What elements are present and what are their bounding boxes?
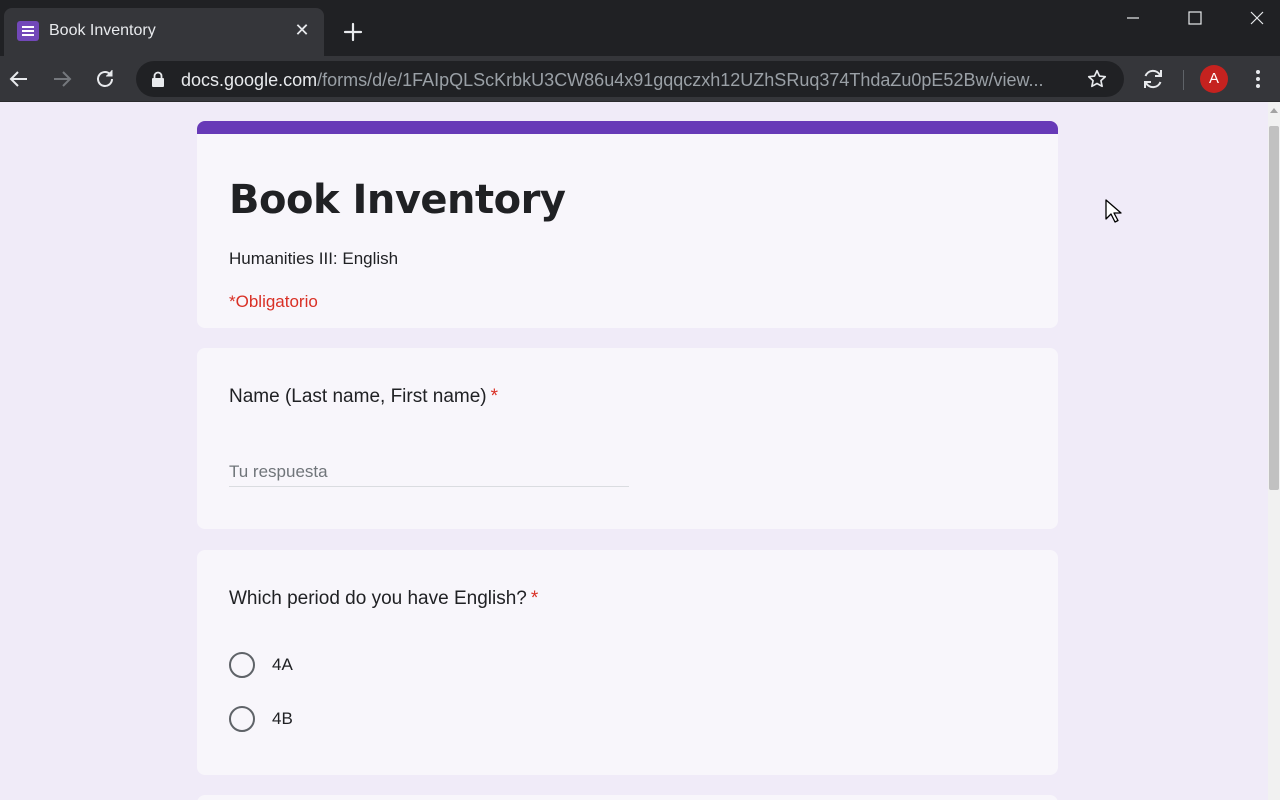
question-title: Name (Last name, First name)* bbox=[229, 386, 498, 408]
tab-title: Book Inventory bbox=[49, 22, 156, 40]
browser-tab[interactable]: Book Inventory ✕ bbox=[4, 8, 324, 56]
maximize-icon[interactable] bbox=[1178, 6, 1212, 30]
new-tab-icon[interactable] bbox=[340, 19, 366, 45]
address-bar[interactable]: docs.google.com/forms/d/e/1FAIpQLScKrbkU… bbox=[136, 61, 1124, 97]
required-star: * bbox=[491, 386, 498, 407]
required-note: *Obligatorio bbox=[229, 292, 318, 312]
sync-icon[interactable] bbox=[1140, 66, 1166, 92]
form-page: Book Inventory Humanities III: English *… bbox=[0, 102, 1268, 800]
mouse-cursor-icon bbox=[1104, 198, 1124, 224]
tab-strip: Book Inventory ✕ bbox=[0, 0, 1280, 56]
more-menu-icon[interactable] bbox=[1248, 67, 1268, 91]
bookmark-star-icon[interactable] bbox=[1086, 68, 1108, 90]
reload-icon[interactable] bbox=[93, 67, 117, 91]
next-question-card bbox=[197, 795, 1058, 800]
question-card-name: Name (Last name, First name)* bbox=[197, 348, 1058, 529]
google-forms-icon bbox=[17, 21, 39, 41]
form-title: Book Inventory bbox=[229, 177, 565, 223]
forward-icon[interactable] bbox=[50, 67, 74, 91]
form-header-card: Book Inventory Humanities III: English *… bbox=[197, 121, 1058, 328]
name-answer-input[interactable] bbox=[229, 457, 629, 487]
question-title: Which period do you have English?* bbox=[229, 588, 538, 610]
lock-icon[interactable] bbox=[151, 71, 165, 87]
scroll-up-arrow-icon[interactable] bbox=[1270, 108, 1278, 113]
radio-option-4a[interactable]: 4A bbox=[229, 651, 529, 679]
toolbar-divider bbox=[1183, 70, 1184, 90]
radio-button[interactable] bbox=[229, 706, 255, 732]
back-icon[interactable] bbox=[7, 67, 31, 91]
question-card-period: Which period do you have English?* 4A 4B bbox=[197, 550, 1058, 775]
header-accent-band bbox=[197, 121, 1058, 134]
scrollbar-thumb[interactable] bbox=[1269, 126, 1279, 490]
url-text[interactable]: docs.google.com/forms/d/e/1FAIpQLScKrbkU… bbox=[181, 70, 1071, 91]
close-window-icon[interactable] bbox=[1240, 6, 1274, 30]
form-description: Humanities III: English bbox=[229, 249, 398, 269]
radio-label: 4A bbox=[272, 655, 293, 675]
required-star: * bbox=[531, 588, 538, 609]
browser-toolbar: docs.google.com/forms/d/e/1FAIpQLScKrbkU… bbox=[0, 56, 1280, 102]
page-scrollbar[interactable] bbox=[1268, 102, 1280, 800]
radio-label: 4B bbox=[272, 709, 293, 729]
radio-button[interactable] bbox=[229, 652, 255, 678]
radio-option-4b[interactable]: 4B bbox=[229, 705, 529, 733]
close-tab-icon[interactable]: ✕ bbox=[292, 20, 312, 40]
minimize-icon[interactable] bbox=[1116, 6, 1150, 30]
profile-avatar[interactable]: A bbox=[1200, 65, 1228, 93]
